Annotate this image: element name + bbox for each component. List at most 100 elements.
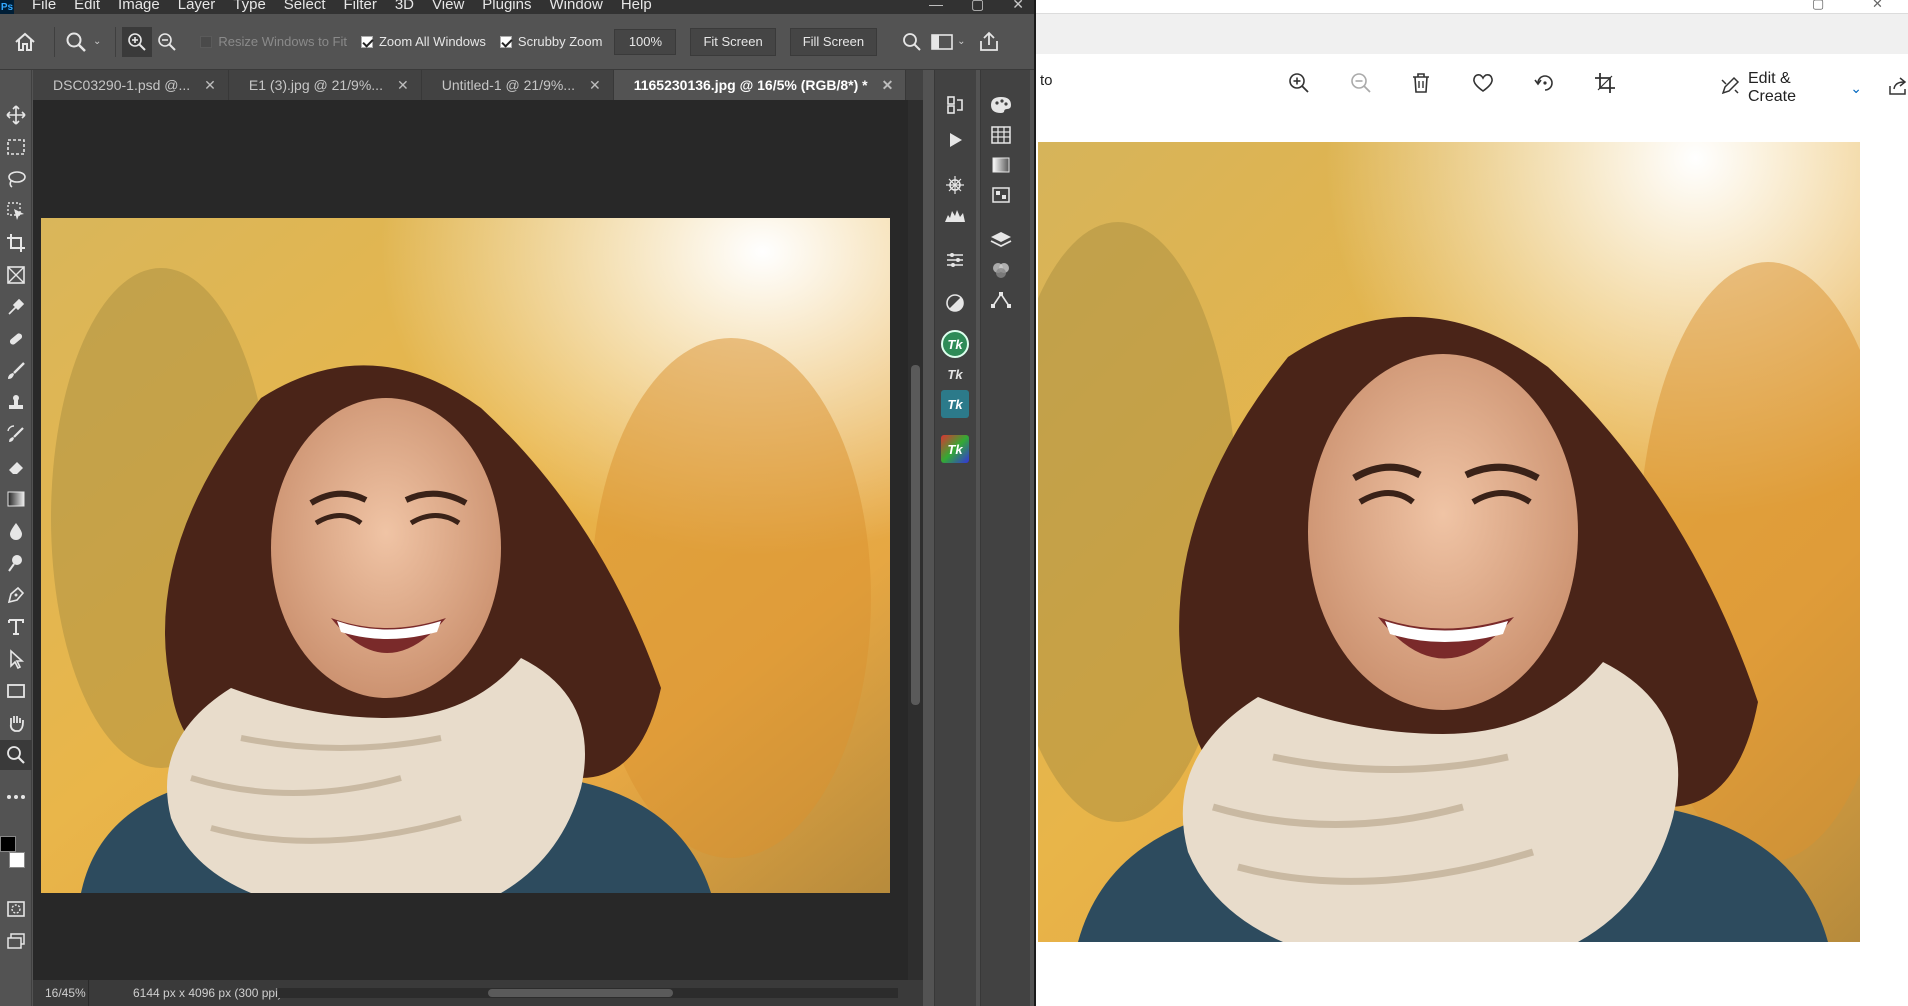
eraser-tool-icon[interactable] — [0, 452, 32, 482]
menu-edit[interactable]: Edit — [74, 0, 100, 12]
rotate-icon[interactable] — [1532, 70, 1558, 96]
edit-create-button[interactable]: Edit & Create ⌄ — [1720, 70, 1908, 106]
zoom-tool-icon[interactable] — [61, 27, 91, 57]
favorite-heart-icon[interactable] — [1470, 70, 1496, 96]
vertical-scrollbar[interactable] — [908, 100, 923, 980]
minimize-icon[interactable]: — — [929, 0, 943, 13]
zoom-out-icon[interactable] — [1348, 70, 1374, 96]
properties-panel-icon[interactable] — [935, 288, 975, 318]
paths-panel-icon[interactable] — [981, 285, 1021, 315]
zoom-tool-icon[interactable] — [0, 740, 32, 770]
blur-tool-icon[interactable] — [0, 516, 32, 546]
menu-image[interactable]: Image — [118, 0, 160, 12]
path-selection-tool-icon[interactable] — [0, 644, 32, 674]
color-palette-icon[interactable] — [981, 90, 1021, 120]
close-icon[interactable]: ✕ — [589, 77, 601, 94]
gradients-panel-icon[interactable] — [981, 150, 1021, 180]
tk-panel-4[interactable]: Tk — [935, 434, 975, 464]
healing-brush-tool-icon[interactable] — [0, 324, 32, 354]
maximize-icon[interactable]: ▢ — [1812, 0, 1824, 12]
adjustments-panel-icon[interactable] — [935, 245, 975, 275]
tab-e1[interactable]: E1 (3).jpg @ 21/9%... ✕ — [229, 70, 422, 100]
object-selection-tool-icon[interactable] — [0, 196, 32, 226]
search-icon[interactable] — [897, 27, 927, 57]
foreground-color-swatch[interactable] — [0, 836, 16, 852]
menu-filter[interactable]: Filter — [344, 0, 377, 12]
menu-plugins[interactable]: Plugins — [482, 0, 531, 12]
channels-panel-icon[interactable] — [981, 255, 1021, 285]
panel-dock-right — [980, 70, 1030, 1006]
menu-select[interactable]: Select — [284, 0, 326, 12]
zoom-in-icon[interactable] — [1286, 70, 1312, 96]
chevron-down-icon[interactable]: ⌄ — [957, 36, 965, 47]
brush-tool-icon[interactable] — [0, 356, 32, 386]
delete-icon[interactable] — [1408, 70, 1434, 96]
dodge-tool-icon[interactable] — [0, 548, 32, 578]
status-zoom[interactable]: 16/45% — [33, 980, 89, 1006]
screen-mode-icon[interactable] — [0, 926, 32, 956]
resize-windows-checkbox[interactable]: Resize Windows to Fit — [200, 34, 347, 49]
scrollbar-thumb[interactable] — [488, 989, 673, 997]
close-icon[interactable]: ✕ — [204, 77, 216, 94]
actions-play-icon[interactable] — [935, 125, 975, 155]
eyedropper-tool-icon[interactable] — [0, 292, 32, 322]
crop-tool-icon[interactable] — [0, 228, 32, 258]
workspace-icon[interactable] — [927, 27, 957, 57]
fit-screen-button[interactable]: Fit Screen — [690, 27, 776, 56]
crop-icon[interactable] — [1592, 70, 1618, 96]
home-icon[interactable] — [10, 27, 40, 57]
menu-3d[interactable]: 3D — [395, 0, 414, 12]
share-icon[interactable] — [1888, 76, 1908, 101]
horizontal-scrollbar[interactable] — [278, 988, 898, 998]
stamp-tool-icon[interactable] — [0, 388, 32, 418]
chevron-down-icon[interactable]: ⌄ — [93, 36, 101, 47]
tk-panel-1[interactable]: Tk — [935, 329, 975, 359]
scrollbar-thumb[interactable] — [911, 365, 920, 705]
menu-help[interactable]: Help — [621, 0, 652, 12]
hand-tool-icon[interactable] — [0, 708, 32, 738]
background-color-swatch[interactable] — [9, 852, 25, 868]
fill-screen-button[interactable]: Fill Screen — [789, 27, 878, 56]
tk-panel-2[interactable]: Tk — [935, 359, 975, 389]
move-tool-icon[interactable] — [0, 100, 32, 130]
close-icon[interactable]: ✕ — [1872, 0, 1883, 12]
menu-file[interactable]: File — [32, 0, 56, 12]
tab-untitled-1[interactable]: Untitled-1 @ 21/9%... ✕ — [422, 70, 614, 100]
tk-panel-3[interactable]: Tk — [935, 389, 975, 419]
rectangle-tool-icon[interactable] — [0, 676, 32, 706]
tab-dsc03290[interactable]: DSC03290-1.psd @... ✕ — [33, 70, 229, 100]
portrait-photo[interactable] — [1038, 142, 1860, 942]
navigator-panel-icon[interactable] — [935, 170, 975, 200]
menu-view[interactable]: View — [432, 0, 464, 12]
history-panel-icon[interactable] — [935, 90, 975, 120]
quick-mask-icon[interactable] — [0, 894, 32, 924]
share-icon[interactable] — [974, 27, 1004, 57]
patterns-panel-icon[interactable] — [981, 180, 1021, 210]
swatches-panel-icon[interactable] — [981, 120, 1021, 150]
zoom-out-icon[interactable] — [152, 27, 182, 57]
maximize-icon[interactable]: ▢ — [971, 0, 984, 13]
scrubby-zoom-checkbox[interactable]: Scrubby Zoom — [499, 34, 602, 49]
document-canvas-area[interactable] — [33, 100, 908, 980]
close-icon[interactable]: ✕ — [882, 77, 894, 94]
lasso-tool-icon[interactable] — [0, 164, 32, 194]
menu-type[interactable]: Type — [233, 0, 266, 12]
menu-layer[interactable]: Layer — [178, 0, 216, 12]
layers-panel-icon[interactable] — [981, 225, 1021, 255]
menu-window[interactable]: Window — [549, 0, 602, 12]
type-tool-icon[interactable] — [0, 612, 32, 642]
tab-1165230136[interactable]: 1165230136.jpg @ 16/5% (RGB/8*) * ✕ — [613, 70, 907, 100]
more-tools-icon[interactable] — [0, 782, 32, 812]
close-icon[interactable]: ✕ — [397, 77, 409, 94]
zoom-percent-field[interactable]: 100% — [614, 28, 677, 55]
zoom-all-windows-checkbox[interactable]: Zoom All Windows — [360, 34, 486, 49]
histogram-panel-icon[interactable] — [935, 200, 975, 230]
marquee-tool-icon[interactable] — [0, 132, 32, 162]
gradient-tool-icon[interactable] — [0, 484, 32, 514]
zoom-in-icon[interactable] — [122, 26, 153, 57]
close-icon[interactable]: ✕ — [1012, 0, 1024, 13]
pen-tool-icon[interactable] — [0, 580, 32, 610]
photoshop-logo-icon: Ps — [0, 0, 14, 14]
history-brush-tool-icon[interactable] — [0, 420, 32, 450]
frame-tool-icon[interactable] — [0, 260, 32, 290]
